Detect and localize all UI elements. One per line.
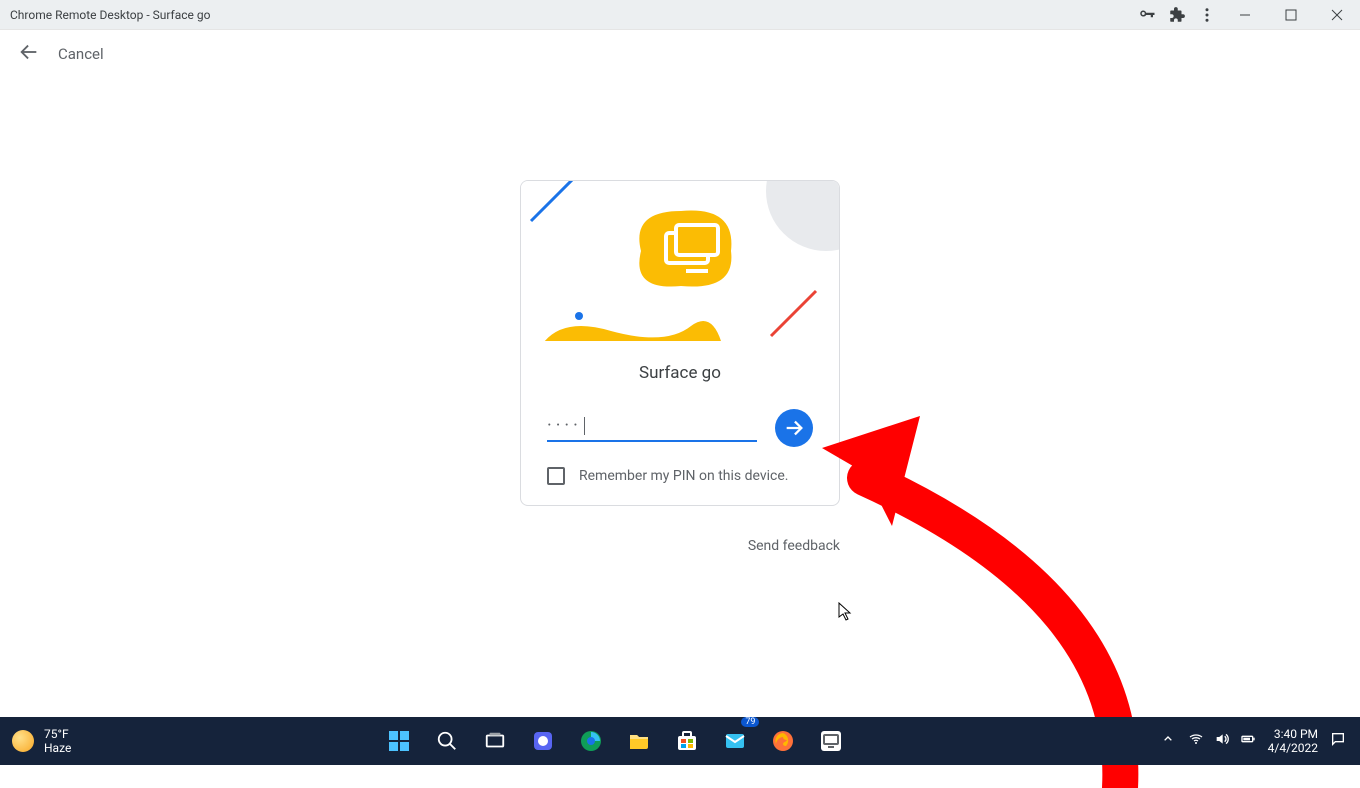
start-button[interactable] — [379, 721, 419, 761]
window-titlebar: Chrome Remote Desktop - Surface go — [0, 0, 1360, 30]
remember-pin-checkbox[interactable] — [547, 467, 565, 485]
chrome-remote-desktop-icon[interactable] — [811, 721, 851, 761]
clock-time: 3:40 PM — [1268, 727, 1318, 741]
submit-pin-button[interactable] — [775, 409, 813, 447]
store-icon[interactable] — [667, 721, 707, 761]
file-explorer-icon[interactable] — [619, 721, 659, 761]
clock-date: 4/4/2022 — [1268, 741, 1318, 755]
card-illustration — [521, 181, 839, 341]
notifications-button[interactable] — [1330, 731, 1346, 751]
taskbar: 75°F Haze 79 — [0, 717, 1360, 765]
key-icon[interactable] — [1132, 0, 1162, 30]
window-title: Chrome Remote Desktop - Surface go — [10, 8, 210, 22]
weather-temp: 75°F — [44, 727, 71, 741]
mail-app-icon[interactable]: 79 — [715, 721, 755, 761]
connect-card: Surface go ···· Remember my PIN on this … — [520, 180, 840, 506]
task-view-button[interactable] — [475, 721, 515, 761]
taskbar-weather[interactable]: 75°F Haze — [0, 727, 71, 756]
firefox-icon[interactable] — [763, 721, 803, 761]
pin-input[interactable]: ···· — [547, 415, 757, 442]
window-controls — [1132, 0, 1360, 30]
weather-icon — [12, 730, 34, 752]
cancel-button[interactable]: Cancel — [58, 45, 104, 63]
send-feedback-link[interactable]: Send feedback — [520, 538, 840, 554]
tray-expand-button[interactable] — [1160, 731, 1176, 751]
menu-dots-icon[interactable] — [1192, 0, 1222, 30]
extension-icon[interactable] — [1162, 0, 1192, 30]
taskbar-center: 79 — [379, 721, 851, 761]
window-maximize-button[interactable] — [1268, 0, 1314, 30]
edge-browser-icon[interactable] — [571, 721, 611, 761]
window-minimize-button[interactable] — [1222, 0, 1268, 30]
page-toolbar: Cancel — [0, 30, 1360, 78]
pin-input-value: ···· — [547, 415, 582, 436]
content-area: Surface go ···· Remember my PIN on this … — [0, 78, 1360, 717]
device-name-label: Surface go — [547, 363, 813, 383]
wifi-icon[interactable] — [1188, 731, 1204, 751]
window-close-button[interactable] — [1314, 0, 1360, 30]
battery-icon[interactable] — [1240, 731, 1256, 751]
mail-badge: 79 — [741, 717, 759, 727]
back-button[interactable] — [18, 41, 40, 67]
taskbar-right: 3:40 PM 4/4/2022 — [1160, 727, 1360, 756]
mouse-cursor-icon — [838, 602, 854, 622]
chat-app-icon[interactable] — [523, 721, 563, 761]
card-body: Surface go ···· Remember my PIN on this … — [521, 341, 839, 505]
remember-pin-label: Remember my PIN on this device. — [579, 468, 788, 484]
taskbar-search-button[interactable] — [427, 721, 467, 761]
taskbar-clock[interactable]: 3:40 PM 4/4/2022 — [1268, 727, 1318, 756]
volume-icon[interactable] — [1214, 731, 1230, 751]
weather-condition: Haze — [44, 741, 71, 755]
